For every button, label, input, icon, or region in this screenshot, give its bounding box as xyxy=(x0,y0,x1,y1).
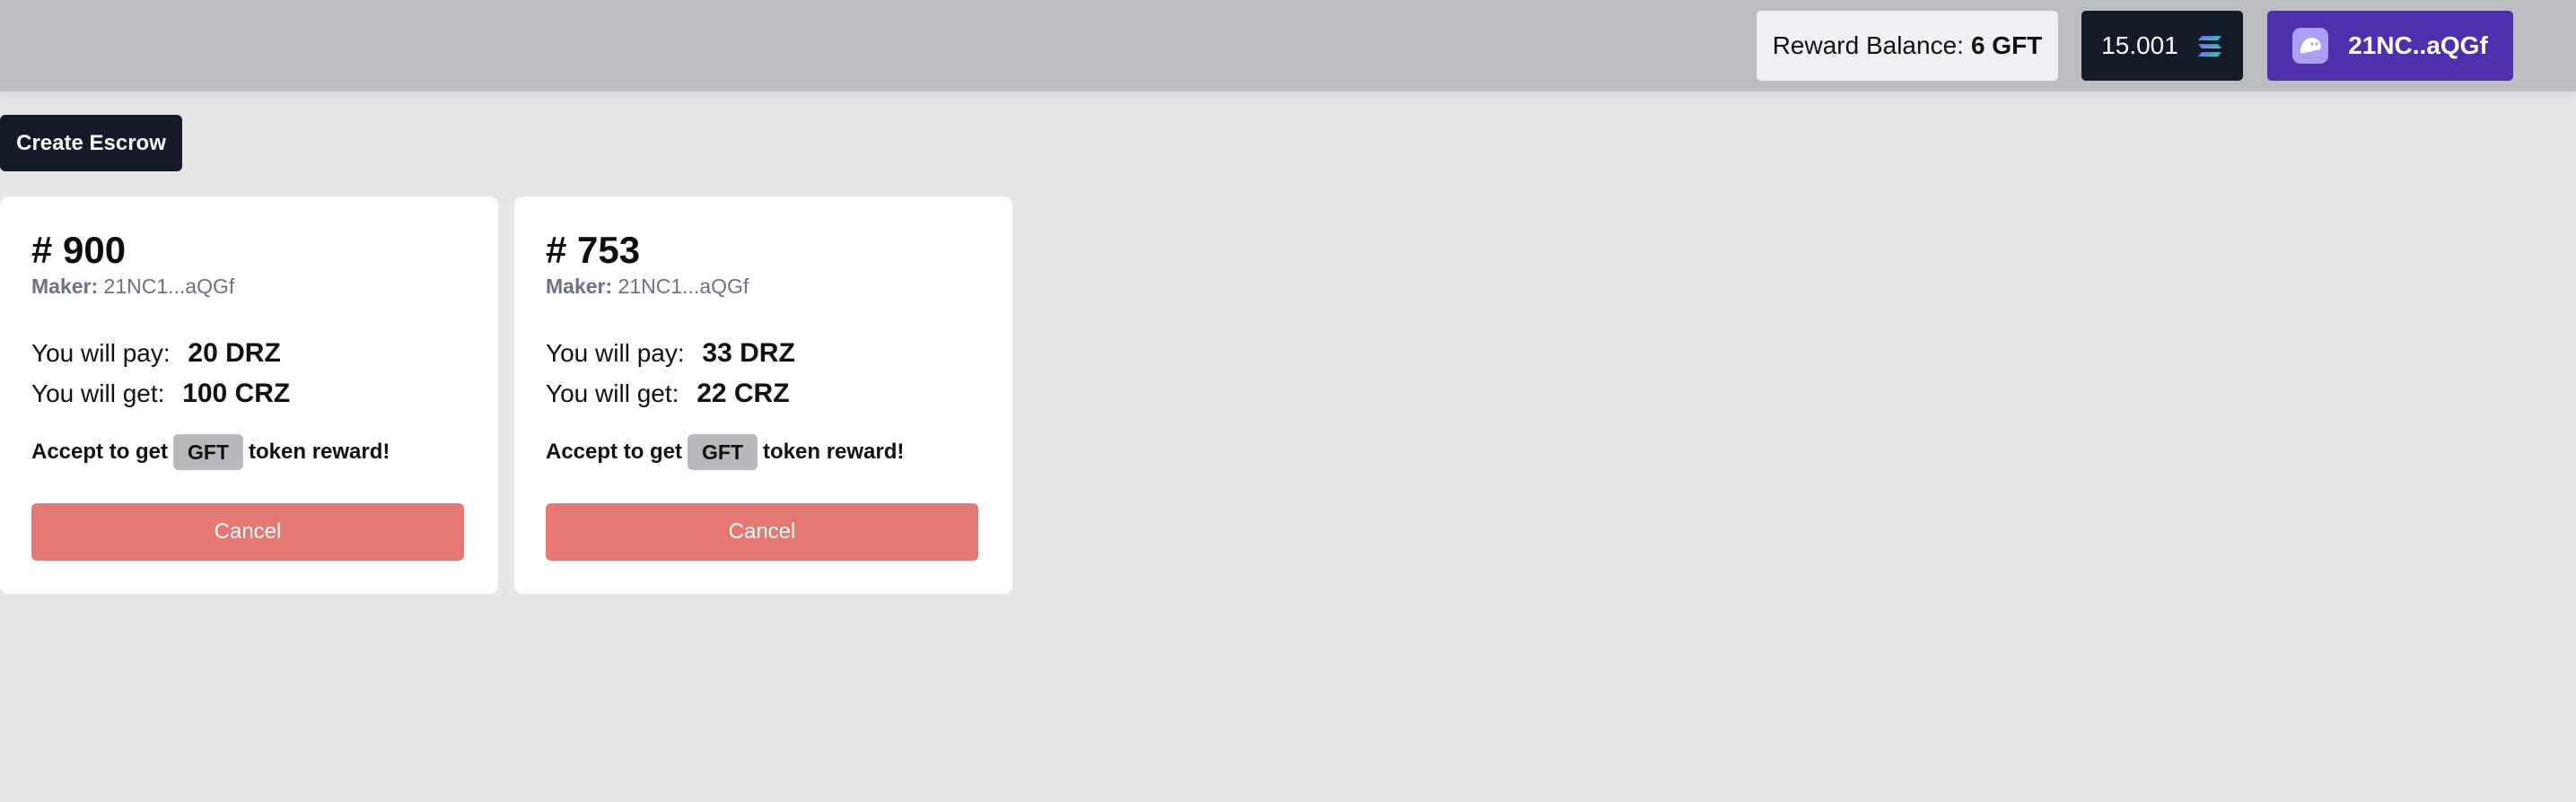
escrow-id: # 753 xyxy=(546,229,641,271)
pay-row: You will pay: 20 DRZ xyxy=(31,338,281,369)
reward-balance-label: Reward Balance: xyxy=(1772,31,1964,59)
maker-address: 21NC1...aQGf xyxy=(618,275,749,298)
wallet-button[interactable]: 21NC..aQGf xyxy=(2267,11,2513,81)
solana-icon xyxy=(2196,32,2223,59)
pay-row: You will pay: 33 DRZ xyxy=(546,338,795,369)
pay-amount: 33 DRZ xyxy=(702,338,795,368)
reward-note: Accept to get GFT token reward! xyxy=(546,434,904,470)
cancel-button[interactable]: Cancel xyxy=(546,503,978,561)
get-label: You will get: xyxy=(546,379,679,407)
reward-suffix: token reward! xyxy=(249,440,390,464)
maker-label: Maker: xyxy=(546,275,613,298)
escrow-card: # 753 Maker: 21NC1...aQGf You will pay: … xyxy=(514,196,1012,594)
get-amount: 22 CRZ xyxy=(697,379,790,408)
get-row: You will get: 22 CRZ xyxy=(546,379,790,409)
create-escrow-button[interactable]: Create Escrow xyxy=(0,115,182,171)
maker-info: Maker: 21NC1...aQGf xyxy=(546,275,749,299)
pay-amount: 20 DRZ xyxy=(188,338,281,368)
reward-prefix: Accept to get xyxy=(546,440,683,464)
reward-suffix: token reward! xyxy=(763,440,905,464)
phantom-ghost-icon xyxy=(2292,28,2329,64)
wallet-address: 21NC..aQGf xyxy=(2348,31,2488,59)
pay-label: You will pay: xyxy=(546,339,685,367)
escrow-card: # 900 Maker: 21NC1...aQGf You will pay: … xyxy=(0,196,498,594)
sol-balance-value: 15.001 xyxy=(2101,31,2178,59)
reward-prefix: Accept to get xyxy=(31,440,169,464)
get-row: You will get: 100 CRZ xyxy=(31,379,290,409)
top-bar: Reward Balance: 6 GFT 15.001 21NC..aQGf xyxy=(0,0,2576,92)
get-label: You will get: xyxy=(31,379,165,407)
cancel-button[interactable]: Cancel xyxy=(31,503,464,561)
reward-note: Accept to get GFT token reward! xyxy=(31,434,390,470)
reward-balance: Reward Balance: 6 GFT xyxy=(1757,11,2058,81)
get-amount: 100 CRZ xyxy=(182,379,291,408)
maker-label: Maker: xyxy=(31,275,99,298)
escrow-id: # 900 xyxy=(31,229,127,271)
token-badge: GFT xyxy=(173,434,244,470)
maker-info: Maker: 21NC1...aQGf xyxy=(31,275,234,299)
sol-balance-button[interactable]: 15.001 xyxy=(2081,11,2243,81)
maker-address: 21NC1...aQGf xyxy=(103,275,235,298)
reward-balance-value: 6 GFT xyxy=(1970,31,2043,59)
pay-label: You will pay: xyxy=(31,339,171,367)
token-badge: GFT xyxy=(688,434,758,470)
